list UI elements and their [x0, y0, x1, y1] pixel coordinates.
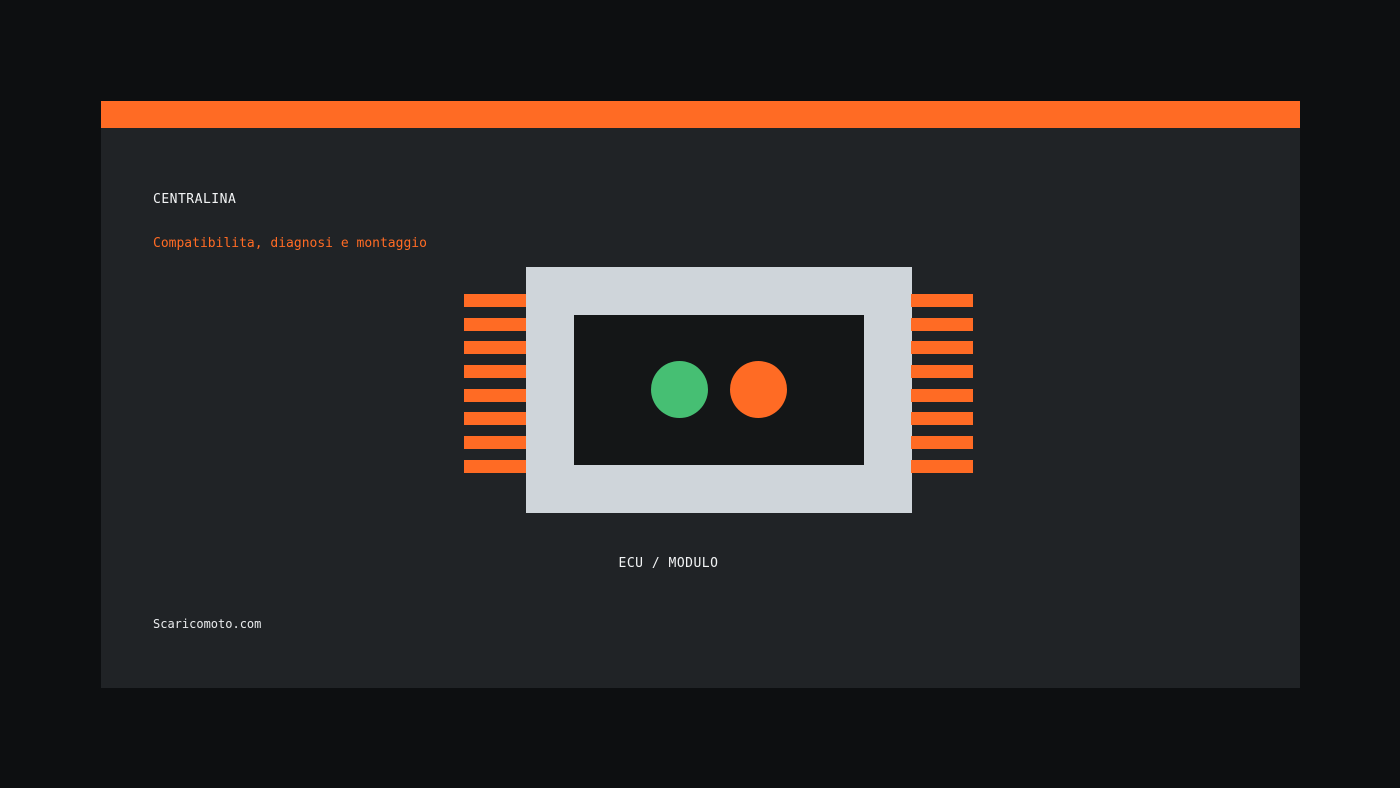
chip-pin: [464, 412, 526, 426]
chip-pin: [464, 365, 526, 379]
ecu-chip-illustration: [464, 267, 973, 513]
info-card: CENTRALINA Compatibilita, diagnosi e mon…: [101, 101, 1300, 688]
chip-pin: [464, 317, 526, 331]
chip-pins-right: [911, 294, 973, 484]
chip-pins-left: [464, 294, 526, 484]
chip-pin: [911, 317, 973, 331]
orange-led-icon: [730, 361, 787, 418]
chip-pin: [911, 436, 973, 450]
chip-pin: [911, 341, 973, 355]
chip-pin: [911, 388, 973, 402]
chip-screen: [574, 315, 864, 465]
chip-caption: ECU / MODULO: [618, 556, 719, 571]
chip-pin: [464, 294, 526, 307]
chip-pin: [464, 436, 526, 450]
card-subtitle: Compatibilita, diagnosi e montaggio: [153, 236, 427, 251]
accent-top-bar: [101, 101, 1300, 128]
chip-body: [526, 267, 912, 513]
chip-pin: [911, 294, 973, 307]
chip-pin: [464, 459, 526, 473]
chip-pin: [464, 388, 526, 402]
card-title: CENTRALINA: [153, 192, 237, 207]
chip-pin: [911, 459, 973, 473]
chip-pin: [911, 365, 973, 379]
site-footer: Scaricomoto.com: [153, 617, 262, 631]
chip-pin: [464, 341, 526, 355]
chip-pin: [911, 412, 973, 426]
green-led-icon: [651, 361, 708, 418]
